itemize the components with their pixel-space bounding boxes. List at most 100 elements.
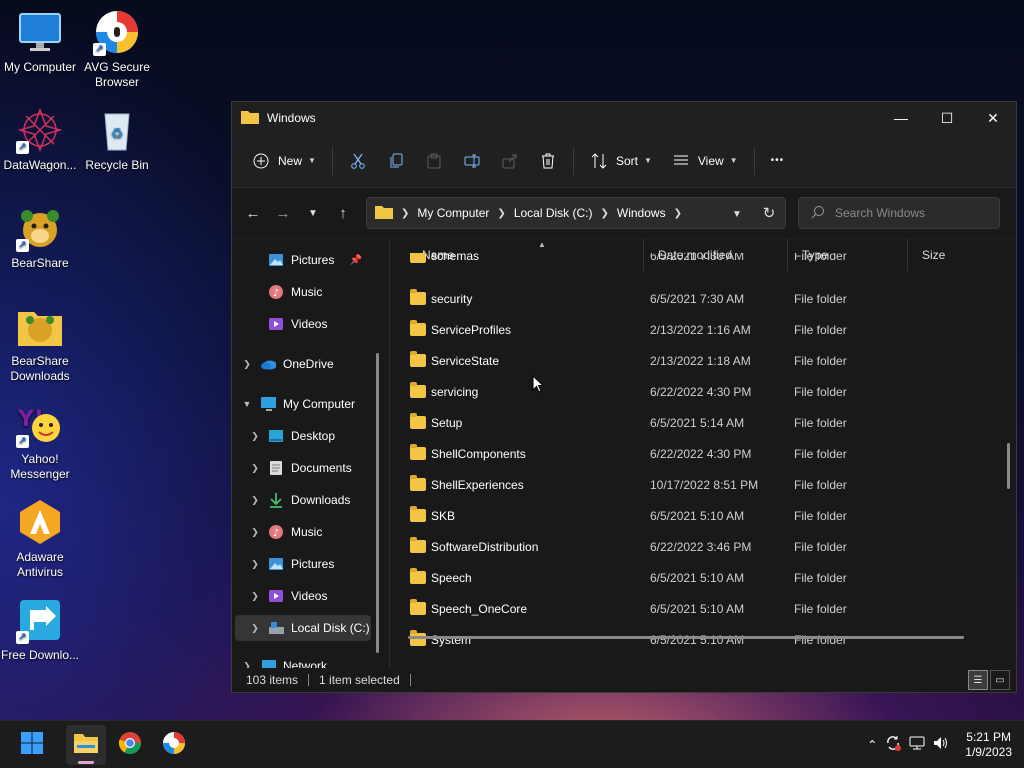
table-row[interactable]: Setup 6/5/2021 5:14 AM File folder	[390, 407, 950, 438]
breadcrumb-local-disk[interactable]: Local Disk (C:)	[514, 206, 593, 220]
nav-item-my-computer[interactable]: ▼ My Computer	[232, 391, 382, 417]
explorer-body: Pictures 📌 ♪ Music Videos ❯ OneDrive ▼ M…	[232, 239, 1016, 668]
chevron-right-icon[interactable]: ❯	[248, 527, 262, 538]
chevron-right-icon[interactable]: ❯	[248, 495, 262, 506]
chevron-down-icon[interactable]: ▼	[240, 399, 254, 409]
share-button[interactable]	[491, 145, 529, 177]
table-row[interactable]: ShellComponents 6/22/2022 4:30 PM File f…	[390, 438, 950, 469]
back-button[interactable]: ←	[238, 198, 268, 228]
address-history-button[interactable]: ▼	[721, 206, 753, 220]
minimize-button[interactable]: —	[878, 102, 924, 134]
chevron-right-icon[interactable]: ❯	[240, 661, 254, 669]
network-status-icon[interactable]	[909, 736, 925, 753]
delete-button[interactable]	[529, 145, 567, 177]
desktop-icon-datawagon[interactable]: ↗ DataWagon...	[0, 106, 80, 173]
chevron-right-icon[interactable]: ❯	[248, 463, 262, 474]
maximize-button[interactable]: ☐	[924, 102, 970, 134]
nav-item-network[interactable]: ❯ Network	[232, 653, 382, 668]
breadcrumb-windows[interactable]: Windows	[617, 206, 666, 220]
table-row[interactable]: security 6/5/2021 7:30 AM File folder	[390, 283, 950, 314]
forward-button[interactable]: →	[268, 198, 298, 228]
table-row[interactable]: servicing 6/22/2022 4:30 PM File folder	[390, 376, 950, 407]
chevron-right-icon[interactable]: ❯	[248, 559, 262, 570]
tiles-view-icon: ▭	[995, 674, 1005, 686]
table-row[interactable]: SKB 6/5/2021 5:10 AM File folder	[390, 500, 950, 531]
file-name: ShellExperiences	[431, 477, 524, 492]
documents-icon	[268, 460, 284, 476]
breadcrumb-my-computer[interactable]: My Computer	[417, 206, 489, 220]
search-box[interactable]	[798, 197, 1000, 229]
start-button[interactable]	[12, 725, 52, 765]
volume-icon[interactable]	[933, 736, 949, 753]
tiles-view-button[interactable]: ▭	[990, 670, 1010, 690]
table-row[interactable]: SoftwareDistribution 6/22/2022 3:46 PM F…	[390, 531, 950, 562]
desktop-icon-avg-browser[interactable]: ↗ AVG Secure Browser	[77, 8, 157, 90]
nav-item-pictures[interactable]: ❯ Pictures	[232, 551, 382, 577]
address-bar[interactable]: ❯ My Computer ❯ Local Disk (C:) ❯ Window…	[366, 197, 786, 229]
file-date: 6/5/2021 5:10 AM	[650, 570, 745, 585]
folder-icon	[410, 253, 426, 263]
table-row[interactable]: Speech_OneCore 6/5/2021 5:10 AM File fol…	[390, 593, 950, 624]
nav-item-label: Local Disk (C:)	[291, 621, 370, 635]
sort-button[interactable]: Sort ▼	[580, 145, 662, 177]
new-button[interactable]: New ▼	[242, 145, 326, 177]
table-row[interactable]: ShellExperiences 10/17/2022 8:51 PM File…	[390, 469, 950, 500]
clock[interactable]: 5:21 PM 1/9/2023	[957, 730, 1012, 760]
sync-status-icon[interactable]	[885, 735, 902, 754]
more-options-button[interactable]: •••	[761, 145, 795, 177]
horizontal-scrollbar[interactable]	[408, 636, 964, 639]
recent-locations-button[interactable]: ▼	[298, 198, 328, 228]
vertical-scrollbar[interactable]	[1007, 443, 1010, 489]
title-bar[interactable]: Windows — ☐ ✕	[232, 102, 1016, 134]
desktop-icon-recycle-bin[interactable]: ♻ Recycle Bin	[77, 106, 157, 173]
desktop-icon-bearshare-downloads[interactable]: BearShare Downloads	[0, 302, 80, 384]
desktop-icon-bearshare[interactable]: ↗ BearShare	[0, 204, 80, 271]
table-row[interactable]: Speech 6/5/2021 5:10 AM File folder	[390, 562, 950, 593]
desktop-icon-label: DataWagon...	[3, 158, 77, 172]
nav-item-documents[interactable]: ❯ Documents	[232, 455, 382, 481]
nav-item-videos[interactable]: ❯ Videos	[232, 583, 382, 609]
nav-item-music[interactable]: ❯ ♪ Music	[232, 519, 382, 545]
chevron-right-icon[interactable]: ❯	[248, 431, 262, 442]
nav-item-pictures-quick[interactable]: Pictures 📌	[232, 247, 382, 273]
close-button[interactable]: ✕	[970, 102, 1016, 134]
chevron-right-icon[interactable]: ❯	[240, 359, 254, 370]
refresh-button[interactable]: ↻	[753, 204, 785, 222]
nav-item-music-quick[interactable]: ♪ Music	[232, 279, 382, 305]
show-hidden-icons-button[interactable]: ⌃	[867, 738, 877, 752]
system-tray: ⌃ 5:21 PM 1/9/2023	[859, 730, 1024, 760]
file-type: File folder	[794, 446, 847, 461]
rename-button[interactable]	[453, 145, 491, 177]
desktop-icon-label: Yahoo! Messenger	[10, 452, 70, 481]
up-button[interactable]: ↑	[328, 198, 358, 228]
view-button[interactable]: View ▼	[662, 145, 748, 177]
nav-item-desktop[interactable]: ❯ Desktop	[232, 423, 382, 449]
file-date: 2/13/2022 1:18 AM	[650, 353, 751, 368]
copy-button[interactable]	[377, 145, 415, 177]
cut-button[interactable]	[339, 145, 377, 177]
paste-button[interactable]	[415, 145, 453, 177]
desktop-icon-my-computer[interactable]: My Computer	[0, 8, 80, 75]
chevron-right-icon[interactable]: ❯	[248, 623, 262, 634]
nav-item-local-disk[interactable]: ❯ Local Disk (C:)	[235, 615, 371, 641]
desktop-icon-adaware[interactable]: Adaware Antivirus	[0, 498, 80, 580]
new-label: New	[278, 153, 303, 168]
nav-scrollbar[interactable]	[376, 353, 379, 653]
desktop-icon	[268, 428, 284, 444]
item-count: 103 items	[246, 673, 299, 687]
table-row[interactable]: ServiceState 2/13/2022 1:18 AM File fold…	[390, 345, 950, 376]
nav-item-onedrive[interactable]: ❯ OneDrive	[232, 351, 382, 377]
taskbar-chrome[interactable]	[110, 725, 150, 765]
details-view-button[interactable]: ☰	[968, 670, 988, 690]
taskbar-avg-browser[interactable]	[154, 725, 194, 765]
table-row[interactable]: System 6/5/2021 5:10 AM File folder	[390, 624, 950, 655]
table-row[interactable]: ServiceProfiles 2/13/2022 1:16 AM File f…	[390, 314, 950, 345]
table-row[interactable]: schemas 6/5/2021 7:30 AM File folder	[390, 253, 950, 273]
desktop-icon-free-download[interactable]: ↗ Free Downlo...	[0, 596, 80, 663]
search-input[interactable]	[835, 206, 995, 220]
chevron-right-icon[interactable]: ❯	[248, 591, 262, 602]
desktop-icon-yahoo-messenger[interactable]: Y! ↗ Yahoo! Messenger	[0, 400, 80, 482]
nav-item-downloads[interactable]: ❯ Downloads	[232, 487, 382, 513]
nav-item-videos-quick[interactable]: Videos	[232, 311, 382, 337]
taskbar-file-explorer[interactable]	[66, 724, 106, 765]
